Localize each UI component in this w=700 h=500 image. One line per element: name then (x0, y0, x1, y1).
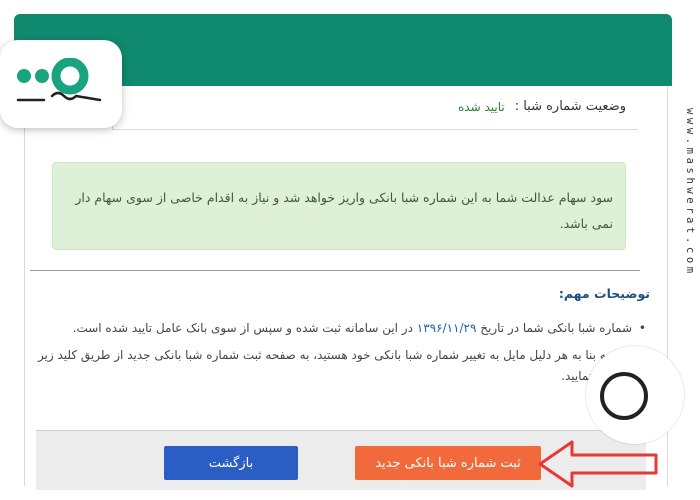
back-button[interactable]: بازگشت (164, 446, 298, 480)
section-divider (30, 270, 640, 271)
watermark-ring-icon (600, 372, 648, 420)
notes-title: توضیحات مهم: (558, 286, 650, 301)
bullet-dot-icon: • (638, 321, 646, 335)
status-value: تایید شده (457, 99, 505, 114)
info-box-text: سود سهام عدالت شما به این شماره شبا بانک… (75, 190, 613, 231)
note-item: چنانچه بنا به هر دلیل مایل به تغییر شمار… (36, 345, 646, 387)
sheba-status-row: وضعیت شماره شبا : تایید شده (112, 84, 638, 130)
register-new-sheba-button[interactable]: ثبت شماره شبا بانکی جدید (355, 446, 541, 480)
note-text-after-date: در این سامانه ثبت شده و سپس از سوی بانک … (72, 321, 417, 335)
mashwerat-logo-icon (16, 58, 102, 102)
success-info-box: سود سهام عدالت شما به این شماره شبا بانک… (52, 162, 626, 250)
note-text: چنانچه بنا به هر دلیل مایل به تغییر شمار… (37, 348, 632, 383)
arrow-left-outline-icon (538, 440, 658, 488)
registration-date: ۱۳۹۶/۱۱/۲۹ (416, 321, 477, 335)
status-label: وضعیت شماره شبا : (514, 99, 626, 114)
notes-list: • شماره شبا بانکی شما در تاریخ ۱۳۹۶/۱۱/۲… (36, 318, 646, 393)
note-item: • شماره شبا بانکی شما در تاریخ ۱۳۹۶/۱۱/۲… (36, 318, 646, 339)
note-text-before-date: شماره شبا بانکی شما در تاریخ (476, 321, 632, 335)
page-frame: وضعیت شماره شبا : تایید شده سود سهام عدا… (0, 0, 700, 500)
watermark-url: www.mashwerat.com (684, 108, 696, 277)
mashwerat-logo (0, 40, 122, 128)
